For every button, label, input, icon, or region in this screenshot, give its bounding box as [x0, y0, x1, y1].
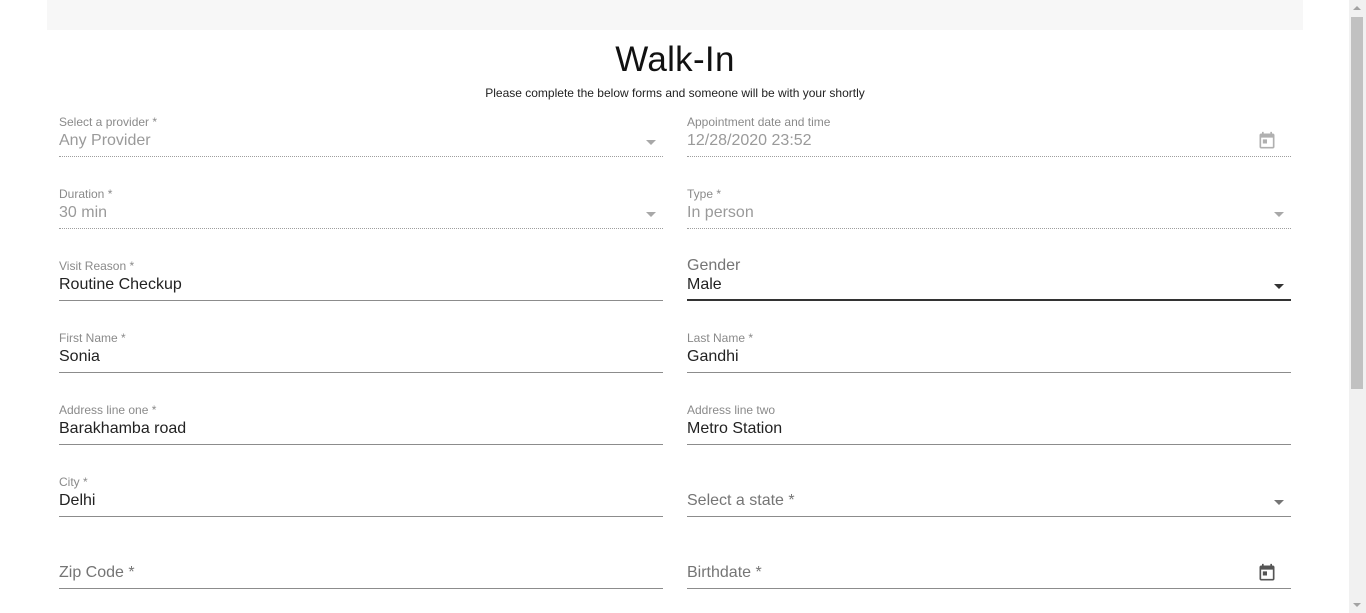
zip-code-field[interactable]: Zip Code * [59, 547, 663, 607]
provider-select[interactable]: Select a provider * Any Provider [59, 115, 663, 175]
chevron-down-icon [1274, 284, 1284, 289]
type-value: In person [687, 204, 754, 221]
address-two-underline [687, 444, 1291, 445]
duration-value: 30 min [59, 204, 108, 221]
first-name-input[interactable]: Sonia [59, 348, 100, 366]
visit-reason-label: Visit Reason * [59, 259, 135, 273]
provider-label: Select a provider * [59, 115, 158, 129]
scroll-up-arrow-icon[interactable] [1353, 6, 1361, 10]
city-underline [59, 516, 663, 517]
duration-label: Duration * [59, 187, 113, 201]
state-placeholder: Select a state * [687, 492, 795, 509]
first-name-underline [59, 372, 663, 373]
address-two-input[interactable]: Metro Station [687, 420, 782, 438]
scroll-down-arrow-icon[interactable] [1353, 603, 1361, 607]
last-name-label: Last Name * [687, 331, 754, 345]
type-label: Type * [687, 187, 722, 201]
gender-select[interactable]: Gender Male [687, 257, 1291, 319]
city-input[interactable]: Delhi [59, 492, 95, 510]
chevron-down-icon [1274, 500, 1284, 505]
last-name-input[interactable]: Gandhi [687, 348, 739, 366]
gender-value: Male [687, 276, 722, 293]
birthdate-underline [687, 588, 1291, 589]
chevron-down-icon [646, 140, 656, 145]
appointment-label: Appointment date and time [687, 115, 831, 129]
zip-code-underline [59, 588, 663, 589]
type-select[interactable]: Type * In person [687, 187, 1291, 247]
city-field[interactable]: City * Delhi [59, 475, 663, 535]
address-one-field[interactable]: Address line one * Barakhamba road [59, 403, 663, 463]
chevron-down-icon [1274, 212, 1284, 217]
appointment-datetime-field[interactable]: Appointment date and time 12/28/2020 23:… [687, 115, 1291, 175]
chevron-down-icon [646, 212, 656, 217]
birthdate-field[interactable]: Birthdate * [687, 547, 1291, 607]
visit-reason-underline [59, 300, 663, 301]
address-one-input[interactable]: Barakhamba road [59, 420, 186, 438]
appointment-underline [687, 156, 1291, 157]
provider-value: Any Provider [59, 132, 151, 149]
address-two-label: Address line two [687, 403, 776, 417]
type-underline [687, 228, 1291, 229]
visit-reason-input[interactable]: Routine Checkup [59, 276, 182, 294]
city-label: City * [59, 475, 88, 489]
top-bar [47, 0, 1303, 30]
address-one-label: Address line one * [59, 403, 157, 417]
appointment-value: 12/28/2020 23:52 [687, 132, 812, 149]
provider-underline [59, 156, 663, 157]
page-subtitle: Please complete the below forms and some… [485, 86, 865, 100]
first-name-field[interactable]: First Name * Sonia [59, 331, 663, 391]
address-one-underline [59, 444, 663, 445]
visit-reason-field[interactable]: Visit Reason * Routine Checkup [59, 259, 663, 319]
gender-label: Gender [687, 257, 741, 274]
address-two-field[interactable]: Address line two Metro Station [687, 403, 1291, 463]
last-name-field[interactable]: Last Name * Gandhi [687, 331, 1291, 391]
first-name-label: First Name * [59, 331, 126, 345]
calendar-icon[interactable] [1257, 131, 1277, 151]
last-name-underline [687, 372, 1291, 373]
duration-select[interactable]: Duration * 30 min [59, 187, 663, 247]
state-select[interactable]: Select a state * [687, 475, 1291, 535]
calendar-icon[interactable] [1257, 563, 1277, 583]
zip-code-input[interactable]: Zip Code * [59, 564, 135, 582]
birthdate-input[interactable]: Birthdate * [687, 564, 762, 582]
vertical-scrollbar[interactable] [1349, 0, 1366, 613]
duration-underline [59, 228, 663, 229]
gender-underline [687, 299, 1291, 301]
page-title: Walk-In [615, 40, 735, 79]
scrollbar-thumb[interactable] [1351, 17, 1363, 389]
state-underline [687, 516, 1291, 517]
